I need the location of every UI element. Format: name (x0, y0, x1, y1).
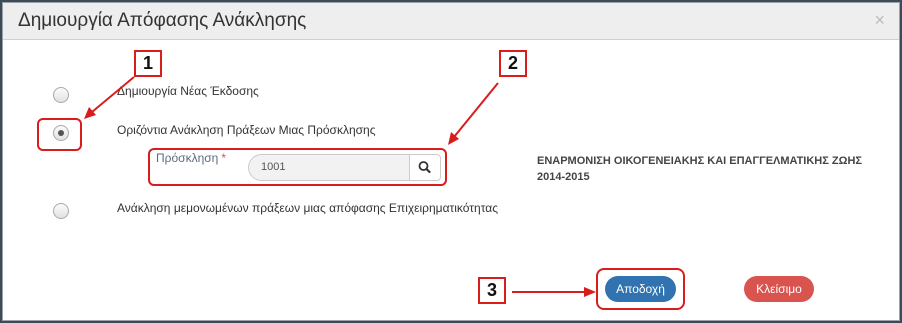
annotation-arrows (84, 76, 596, 297)
annotation-arrow-2 (448, 82, 499, 145)
annotation-arrow-1 (84, 76, 135, 119)
annotation-arrow-3 (512, 287, 596, 297)
